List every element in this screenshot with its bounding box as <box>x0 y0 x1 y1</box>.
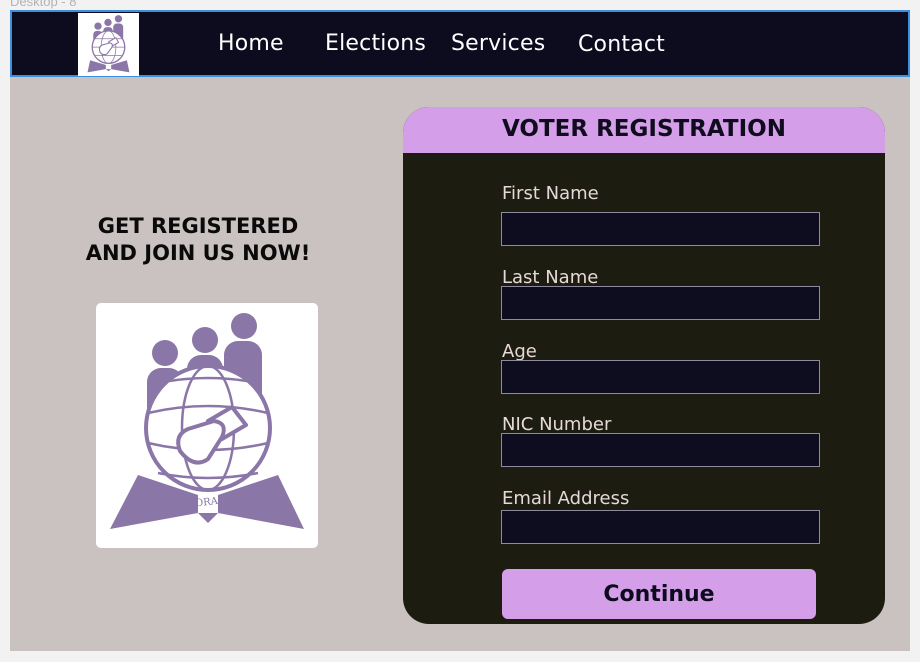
age-input[interactable] <box>501 360 820 394</box>
electoral-poll-logo-icon <box>87 15 130 73</box>
nav-logo[interactable] <box>78 13 139 76</box>
nav-link-home[interactable]: Home <box>218 31 284 56</box>
voter-registration-form: VOTER REGISTRATION First Name Last Name … <box>403 107 885 624</box>
navbar: Home Elections Services Contact <box>10 10 910 77</box>
nic-number-label: NIC Number <box>502 414 612 435</box>
nav-link-elections[interactable]: Elections <box>325 31 426 56</box>
first-name-input[interactable] <box>501 212 820 246</box>
frame-label: Desktop - 8 <box>10 0 77 9</box>
first-name-label: First Name <box>502 183 599 204</box>
email-address-input[interactable] <box>501 510 820 544</box>
form-title: VOTER REGISTRATION <box>502 116 786 142</box>
continue-button[interactable]: Continue <box>502 569 816 619</box>
electoral-poll-emblem-image: ELECTORAL POLL <box>96 303 318 548</box>
hero-heading: GET REGISTERED AND JOIN US NOW! <box>80 213 316 267</box>
nav-link-services[interactable]: Services <box>451 31 545 56</box>
desktop-frame: Home Elections Services Contact GET REGI… <box>10 10 910 651</box>
email-address-label: Email Address <box>502 488 630 509</box>
hero-heading-line1: GET REGISTERED <box>97 214 299 238</box>
nic-number-input[interactable] <box>501 433 820 467</box>
nav-link-contact[interactable]: Contact <box>578 32 665 57</box>
form-header: VOTER REGISTRATION <box>403 107 885 153</box>
electoral-poll-emblem-icon: ELECTORAL POLL <box>110 313 304 529</box>
hero-heading-line2: AND JOIN US NOW! <box>85 241 311 265</box>
last-name-label: Last Name <box>502 267 599 288</box>
last-name-input[interactable] <box>501 286 820 320</box>
age-label: Age <box>502 341 537 362</box>
